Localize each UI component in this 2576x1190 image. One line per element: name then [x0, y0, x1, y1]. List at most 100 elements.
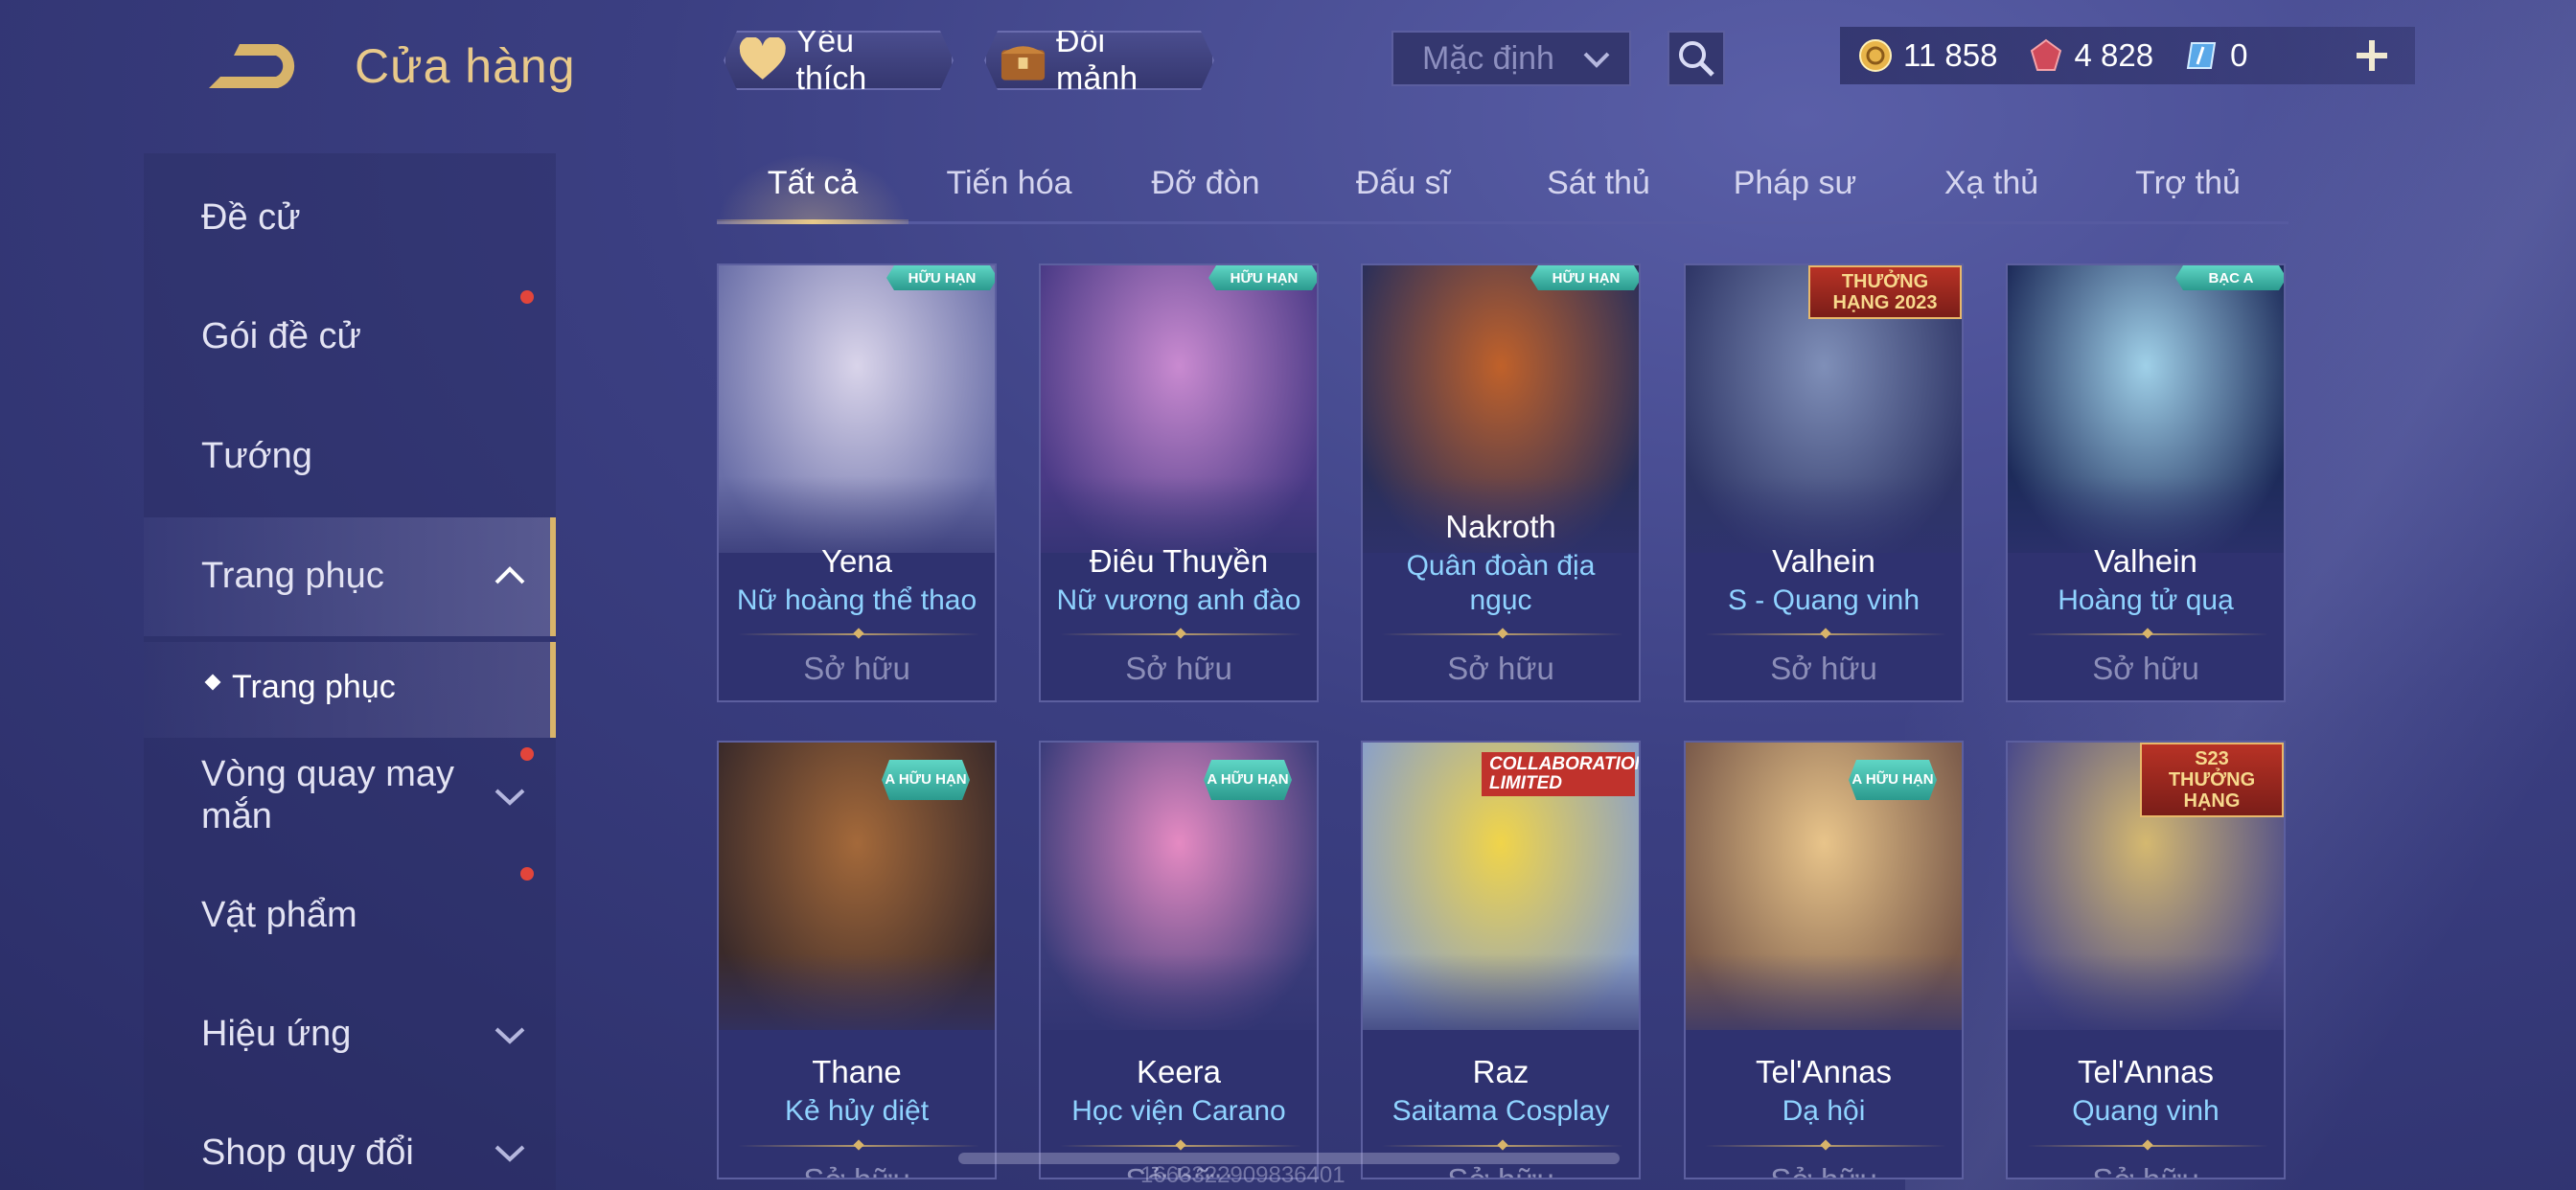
notification-dot	[520, 867, 534, 881]
page-title: Cửa hàng	[355, 39, 576, 93]
chevron-up-icon	[494, 566, 525, 584]
skin-card[interactable]: COLLABORATION LIMITED Raz Saitama Cospla…	[1361, 741, 1641, 1179]
owned-status: Sở hữu	[719, 1162, 995, 1178]
hero-name: Keera	[1136, 1054, 1222, 1089]
add-currency-button[interactable]	[2348, 27, 2396, 84]
owned-status: Sở hữu	[1447, 651, 1554, 686]
chevron-down-icon[interactable]	[493, 1020, 527, 1049]
category-tabs: Tất cả Tiến hóa Đỡ đòn Đấu sĩ Sát thủ Ph…	[717, 153, 2288, 224]
skin-card[interactable]: BẠC A Valhein Hoàng tử quạ Sở hữu	[2006, 263, 2286, 702]
sidebar-subitem-skins[interactable]: Trang phục	[144, 642, 556, 738]
chevron-down-icon[interactable]	[493, 782, 527, 811]
skin-name: Quang vinh	[2072, 1095, 2220, 1127]
blue-voucher-icon	[2186, 42, 2217, 69]
skin-name: Kẻ hủy diệt	[784, 1095, 930, 1127]
red-gem-icon	[2031, 38, 2062, 71]
a-limited-badge: A HỮU HẠN	[1204, 760, 1292, 800]
limited-badge: HỮU HẠN	[1530, 265, 1641, 290]
notification-dot	[520, 290, 534, 304]
gem-currency: 4 828	[2028, 37, 2153, 74]
skin-card[interactable]: HỮU HẠN Yena Nữ hoàng thể thao Sở hữu	[717, 263, 997, 702]
hero-name: Yena	[820, 543, 893, 579]
hero-name: Nakroth	[1445, 509, 1556, 544]
active-tab-underline	[717, 219, 908, 224]
skin-name: Dạ hội	[1782, 1095, 1866, 1127]
skin-name: Nữ hoàng thể thao	[736, 584, 978, 616]
sidebar-subitem-label: Trang phục	[232, 669, 396, 705]
skin-name: Quân đoàn địa ngục	[1406, 550, 1596, 616]
skin-name: S - Quang vinh	[1727, 584, 1920, 616]
gold-coin-icon	[1859, 39, 1892, 72]
skin-name: Nữ vương anh đào	[1056, 584, 1301, 616]
sidebar-item-skins[interactable]: Trang phục	[144, 517, 556, 636]
skin-card[interactable]: S23 THƯỞNG HẠNG Tel'Annas Quang vinh Sở …	[2006, 741, 2286, 1179]
skin-name: Hoàng tử quạ	[2058, 584, 2234, 616]
skin-card[interactable]: A HỮU HẠN Tel'Annas Dạ hội Sở hữu	[1684, 741, 1964, 1179]
sidebar-item-label: Trang phục	[201, 556, 384, 596]
treasure-chest-icon	[998, 36, 1048, 84]
skin-card[interactable]: HỮU HẠN Điêu Thuyền Nữ vương anh đào Sở …	[1039, 263, 1319, 702]
search-icon	[1679, 41, 1714, 77]
tab-assassin[interactable]: Sát thủ	[1503, 165, 1694, 202]
search-button[interactable]	[1668, 31, 1725, 86]
sidebar-item-recommended[interactable]: Đề cử	[201, 197, 301, 239]
skin-card[interactable]: A HỮU HẠN Thane Kẻ hủy diệt Sở hữu	[717, 741, 997, 1179]
sidebar-item-recommended-bundles[interactable]: Gói đề cử	[201, 316, 361, 357]
skin-name: Học viện Carano	[1071, 1095, 1286, 1127]
owned-status: Sở hữu	[1686, 1162, 1962, 1178]
hero-name: Tel'Annas	[2077, 1054, 2215, 1089]
hero-name: Valhein	[1772, 543, 1875, 579]
sidebar-item-exchange-shop[interactable]: Shop quy đổi	[201, 1133, 414, 1174]
sidebar-item-items[interactable]: Vật phẩm	[201, 895, 357, 936]
skin-card[interactable]: THƯỞNG HẠNG 2023 Valhein S - Quang vinh …	[1684, 263, 1964, 702]
gold-value: 11 858	[1903, 37, 1998, 73]
sort-value: Mặc định	[1422, 39, 1554, 77]
skin-card[interactable]: HỮU HẠN Nakroth Quân đoàn địa ngục Sở hữ…	[1361, 263, 1641, 702]
tab-support[interactable]: Trợ thủ	[2092, 165, 2284, 202]
voucher-value: 0	[2230, 37, 2248, 73]
tab-evolution[interactable]: Tiến hóa	[913, 165, 1105, 202]
notification-dot	[520, 747, 534, 761]
hero-name: Raz	[1472, 1054, 1530, 1089]
limited-badge: HỮU HẠN	[1208, 265, 1319, 290]
tab-all[interactable]: Tất cả	[717, 165, 908, 202]
sidebar-item-effects[interactable]: Hiệu ứng	[201, 1014, 351, 1055]
a-limited-badge: A HỮU HẠN	[1849, 760, 1937, 800]
player-id-watermark: 1663322909836401	[1140, 1162, 1346, 1188]
hero-name: Điêu Thuyền	[1089, 543, 1269, 579]
tab-mage[interactable]: Pháp sư	[1699, 165, 1891, 202]
shard-exchange-label: Đổi mảnh	[1056, 23, 1138, 97]
s23-ranked-badge: S23 THƯỞNG HẠNG	[2140, 743, 2284, 817]
gold-currency: 11 858	[1857, 37, 1997, 74]
ranked-2023-badge: THƯỞNG HẠNG 2023	[1808, 265, 1962, 319]
bullet-diamond-icon	[204, 674, 221, 691]
skin-card[interactable]: A HỮU HẠN Keera Học viện Carano Sở hữu	[1039, 741, 1319, 1179]
tab-marksman[interactable]: Xạ thủ	[1896, 165, 2087, 202]
hero-name: Thane	[812, 1054, 902, 1089]
sidebar-item-lucky-spin[interactable]: Vòng quay may mắn	[201, 753, 489, 837]
owned-status: Sở hữu	[2092, 651, 2199, 686]
sidebar-item-heroes[interactable]: Tướng	[201, 436, 312, 477]
tab-fighter[interactable]: Đấu sĩ	[1307, 165, 1499, 202]
tab-tank[interactable]: Đỡ đòn	[1110, 165, 1301, 202]
shard-exchange-button[interactable]: Đổi mảnh	[984, 31, 1214, 90]
sidebar: Đề cử Gói đề cử Tướng Trang phục Trang p…	[144, 153, 556, 1190]
sort-dropdown[interactable]: Mặc định	[1392, 31, 1631, 86]
hero-name: Valhein	[2094, 543, 2197, 579]
owned-status: Sở hữu	[1363, 1162, 1639, 1178]
owned-status: Sở hữu	[1770, 651, 1877, 686]
chevron-down-icon	[1583, 52, 1610, 68]
plus-icon	[2357, 40, 2387, 71]
favorites-button[interactable]: Yêu thích	[724, 31, 954, 90]
owned-status: Sở hữu	[803, 651, 910, 686]
back-button[interactable]	[201, 36, 307, 96]
gem-value: 4 828	[2074, 37, 2154, 73]
back-arrow-icon	[209, 44, 295, 88]
owned-status: Sở hữu	[1125, 651, 1232, 686]
a-limited-badge: A HỮU HẠN	[882, 760, 970, 800]
heart-icon	[737, 37, 789, 83]
currency-bar: 11 858 4 828 0	[1840, 27, 2415, 84]
silver-a-badge: BẠC A	[2175, 265, 2286, 290]
chevron-down-icon[interactable]	[493, 1138, 527, 1167]
owned-status: Sở hữu	[2008, 1162, 2284, 1178]
